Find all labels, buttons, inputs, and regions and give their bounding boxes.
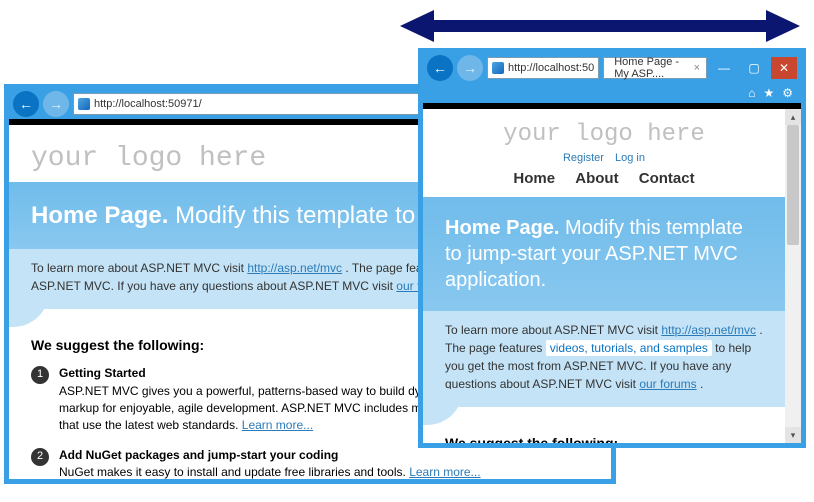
viewport: your logo here Register Log in Home Abou… (423, 109, 801, 443)
login-link[interactable]: Log in (615, 152, 645, 164)
forward-button[interactable]: → (457, 55, 483, 81)
back-button[interactable]: ← (13, 91, 39, 117)
feature-pill: videos, tutorials, and samples (546, 340, 712, 356)
maximize-button[interactable]: ▢ (741, 57, 767, 79)
main-nav: Home About Contact (423, 170, 785, 197)
scroll-up-button[interactable]: ▴ (785, 109, 801, 125)
nav-home[interactable]: Home (513, 170, 555, 187)
list-item: 2 Add NuGet packages and jump-start your… (31, 447, 589, 479)
scroll-track[interactable] (785, 125, 801, 427)
minimize-button[interactable]: — (711, 57, 737, 79)
forums-link[interactable]: our forums (639, 377, 696, 391)
curve-divider (423, 407, 785, 425)
suggestions-heading: We suggest the following: (445, 435, 763, 443)
page-icon (78, 98, 90, 110)
scrollbar[interactable]: ▴ ▾ (785, 109, 801, 443)
close-button[interactable]: ✕ (771, 57, 797, 79)
register-link[interactable]: Register (563, 152, 604, 164)
tab-title: Home Page - My ASP.... (614, 56, 689, 80)
tab-close-icon[interactable]: × (694, 62, 700, 74)
learn-more-link[interactable]: Learn more... (242, 418, 313, 432)
hero-description: To learn more about ASP.NET MVC visit ht… (423, 311, 785, 407)
settings-icon[interactable]: ⚙ (782, 86, 793, 100)
logo-placeholder: your logo here (423, 109, 785, 152)
titlebar: ← → http://localhost:50 Home Page - My A… (423, 53, 801, 83)
mvc-link[interactable]: http://asp.net/mvc (247, 261, 342, 275)
url-text: http://localhost:50971/ (94, 98, 202, 110)
nav-about[interactable]: About (575, 170, 618, 187)
toolbar-extra: ⌂ ★ ⚙ (423, 83, 801, 103)
hero-title-strong: Home Page. (31, 202, 168, 229)
url-text: http://localhost:50 (508, 62, 594, 74)
mvc-link[interactable]: http://asp.net/mvc (661, 323, 756, 337)
resize-arrow (400, 6, 800, 46)
nav-contact[interactable]: Contact (639, 170, 695, 187)
item-title: Add NuGet packages and jump-start your c… (59, 447, 481, 464)
page-icon (492, 62, 504, 74)
home-icon[interactable]: ⌂ (748, 86, 755, 100)
browser-window-narrow: ← → http://localhost:50 Home Page - My A… (418, 48, 806, 448)
back-button[interactable]: ← (427, 55, 453, 81)
step-number: 2 (31, 448, 49, 466)
learn-more-link[interactable]: Learn more... (409, 465, 480, 479)
scroll-down-button[interactable]: ▾ (785, 427, 801, 443)
suggestions-section: We suggest the following: Getting Starte… (423, 425, 785, 443)
scroll-thumb[interactable] (787, 125, 799, 245)
favorites-icon[interactable]: ★ (763, 86, 774, 100)
step-number: 1 (31, 366, 49, 384)
hero-title-strong: Home Page. (445, 217, 559, 239)
auth-links: Register Log in (423, 152, 785, 170)
browser-tab[interactable]: Home Page - My ASP.... × (603, 57, 707, 79)
hero-banner: Home Page. Modify this template to jump-… (423, 197, 785, 311)
forward-button[interactable]: → (43, 91, 69, 117)
address-bar[interactable]: http://localhost:50 (487, 57, 599, 79)
